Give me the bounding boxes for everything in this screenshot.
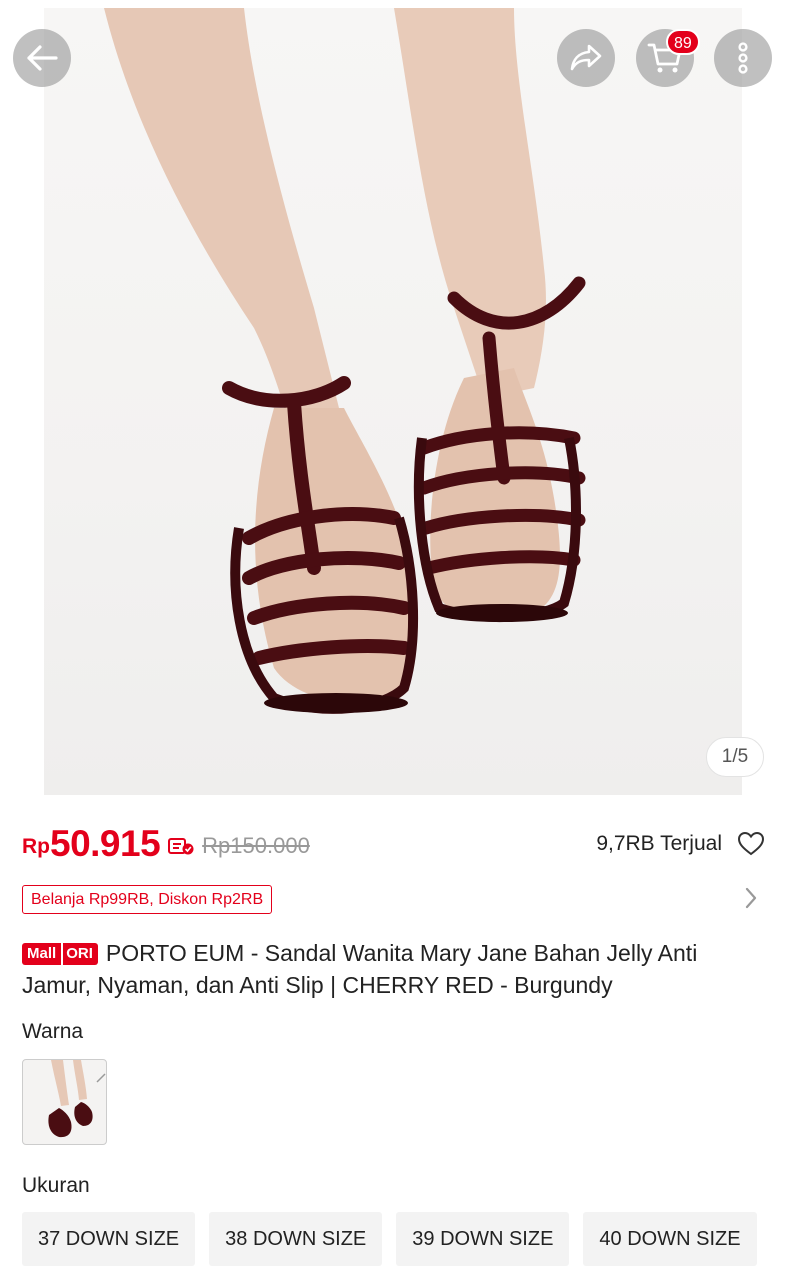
- back-button[interactable]: [13, 29, 71, 87]
- size-option[interactable]: 37 DOWN SIZE: [22, 1212, 196, 1266]
- chevron-right-icon[interactable]: [744, 886, 758, 910]
- product-title: Mall ORI PORTO EUM - Sandal Wanita Mary J…: [22, 937, 764, 1001]
- ori-badge-text: ORI: [61, 943, 98, 965]
- size-options: 37 DOWN SIZE 38 DOWN SIZE 39 DOWN SIZE 4…: [22, 1212, 757, 1266]
- more-vertical-icon: [738, 42, 748, 74]
- sandal-photo-illustration: [104, 8, 586, 714]
- discount-voucher-tag[interactable]: Belanja Rp99RB, Diskon Rp2RB: [22, 885, 273, 914]
- original-price: Rp150.000: [202, 833, 310, 858]
- product-title-text: PORTO EUM - Sandal Wanita Mary Jane Baha…: [22, 940, 698, 998]
- image-counter: 1/5: [706, 737, 764, 777]
- mall-badge-text: Mall: [22, 943, 62, 965]
- size-label: Ukuran: [22, 1174, 90, 1197]
- price-row: Rp 50.915 Rp150.000 9,7RB Terjual: [22, 818, 764, 870]
- size-option[interactable]: 38 DOWN SIZE: [209, 1212, 383, 1266]
- size-option[interactable]: 40 DOWN SIZE: [583, 1212, 757, 1266]
- size-option[interactable]: 39 DOWN SIZE: [396, 1212, 570, 1266]
- price-currency: Rp: [22, 835, 50, 858]
- mall-ori-badge: Mall ORI: [22, 943, 98, 965]
- share-icon: [570, 44, 602, 71]
- cart-count-badge: 89: [666, 29, 700, 55]
- price-value: 50.915: [50, 823, 161, 864]
- swatch-thumbnail: [48, 1060, 106, 1138]
- coin-discount-icon: [168, 838, 194, 855]
- color-swatch[interactable]: [22, 1059, 107, 1145]
- share-button[interactable]: [557, 29, 615, 87]
- sold-count: 9,7RB Terjual: [596, 832, 722, 855]
- heart-icon[interactable]: [738, 832, 764, 856]
- color-label: Warna: [22, 1020, 84, 1043]
- product-gallery[interactable]: 89 1/5: [0, 0, 786, 800]
- back-arrow-icon: [27, 45, 58, 71]
- more-button[interactable]: [714, 29, 772, 87]
- product-photo[interactable]: [44, 8, 742, 795]
